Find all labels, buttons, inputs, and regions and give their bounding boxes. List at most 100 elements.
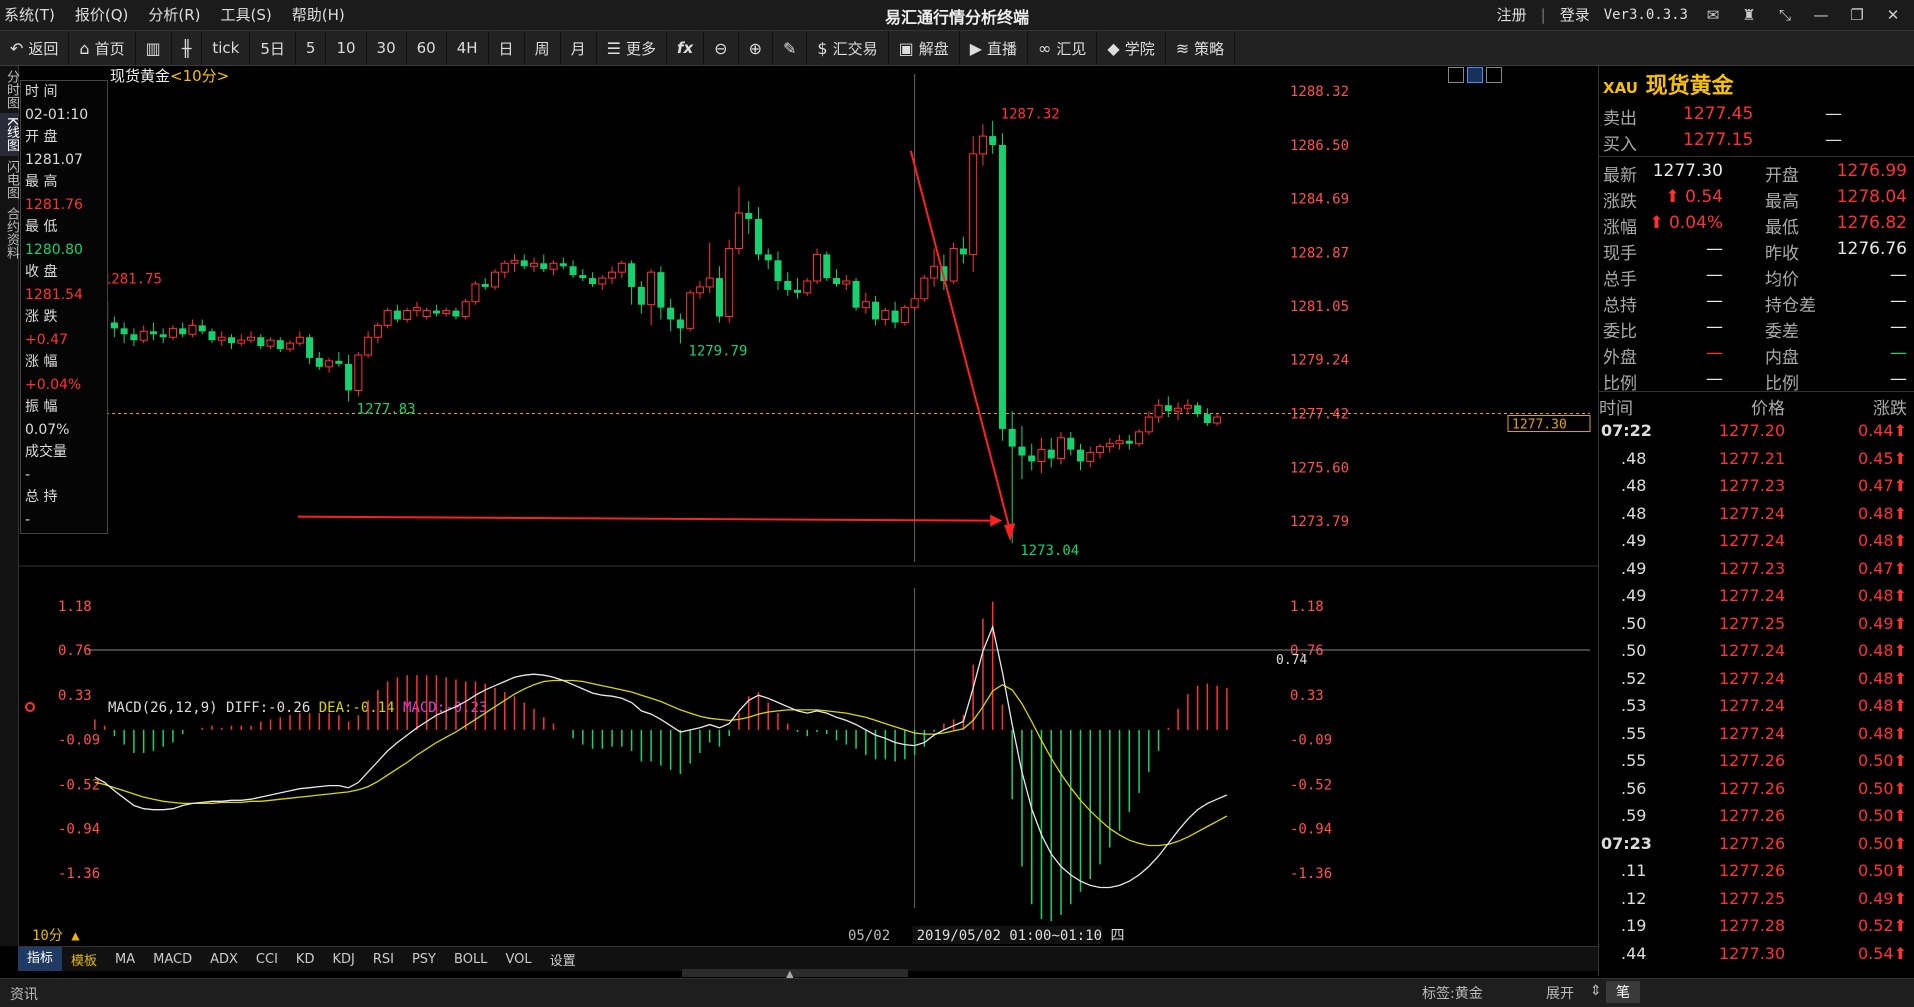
tab-template[interactable]: 模板	[62, 950, 106, 969]
chart-layout-buttons	[1448, 67, 1502, 83]
chart-area[interactable]: 1288.32 1286.50 1284.69 1282.87 1281.05 1279.…	[18, 66, 1598, 946]
draw-button[interactable]: ✎	[773, 31, 808, 65]
tab-kd[interactable]: KD	[287, 952, 324, 967]
period-week[interactable]: 周	[525, 31, 561, 65]
tab-boll[interactable]: BOLL	[445, 952, 496, 967]
candle-body	[1154, 404, 1163, 418]
tab-macd[interactable]: MACD	[144, 952, 201, 967]
tick-price: 1277.26	[1719, 861, 1786, 880]
tick-time: .50	[1621, 613, 1647, 633]
tab-settings[interactable]: 设置	[541, 950, 585, 969]
candle-body	[247, 336, 256, 341]
arrowhead-diagonal	[1004, 523, 1016, 542]
layout-full-icon[interactable]	[1486, 67, 1502, 83]
quote-value: 1276.82	[1836, 213, 1907, 233]
candlestick-icon: ╫	[181, 38, 192, 58]
tick-row: .49 1277.23 0.47⬆	[1599, 556, 1914, 584]
more-button[interactable]: ☰ 更多	[597, 31, 667, 65]
layout-split-icon[interactable]	[1467, 67, 1483, 83]
close-icon[interactable]: ✕	[1882, 6, 1904, 24]
tab-flash[interactable]: 闪电图	[0, 156, 19, 203]
pen-tab[interactable]: 笔	[1606, 981, 1640, 1003]
extreme-price-label: 1273.04	[1020, 543, 1079, 559]
quote-panel: XAU 现货黄金 卖出 1277.45 — 买入 1277.15 — 最新 127…	[1598, 66, 1914, 976]
extreme-price-label: 1281.75	[103, 271, 162, 287]
tab-adx[interactable]: ADX	[201, 952, 247, 967]
tab-kline[interactable]: K线图	[0, 113, 19, 156]
period-month[interactable]: 月	[561, 31, 597, 65]
tab-kdj[interactable]: KDJ	[323, 952, 363, 967]
quote-label: 涨幅	[1603, 218, 1637, 238]
candle-body	[403, 310, 412, 320]
academy-button[interactable]: ◆ 学院	[1097, 31, 1166, 65]
period-30min[interactable]: 30	[367, 31, 407, 65]
tick-time: .49	[1621, 531, 1647, 550]
expand-button[interactable]: 展开	[1546, 983, 1574, 1003]
zoom-out-button[interactable]: ⊖	[704, 31, 739, 65]
mail-icon[interactable]: ✉	[1702, 6, 1724, 24]
candle-body	[461, 301, 470, 318]
huijian-label: 汇见	[1056, 39, 1087, 58]
buy-volume: —	[1825, 130, 1842, 150]
period-60min[interactable]: 60	[407, 31, 447, 65]
maximize-icon[interactable]: ❐	[1846, 6, 1868, 24]
tick-price: 1277.28	[1719, 916, 1786, 935]
tab-vol[interactable]: VOL	[496, 952, 540, 967]
layout-single-icon[interactable]	[1448, 67, 1464, 83]
quote-row: 总手 — 均价 —	[1599, 263, 1914, 290]
formula-button[interactable]: fx	[667, 31, 705, 65]
open-label: 开 盘	[25, 129, 58, 145]
period-10min[interactable]: 10	[326, 31, 367, 65]
tick-button[interactable]: tick	[202, 31, 251, 65]
tick-row: .55 1277.26 0.50⬆	[1599, 748, 1914, 776]
quote-value: —	[1706, 265, 1723, 285]
minimize-icon[interactable]: —	[1810, 6, 1832, 24]
open-value: 1281.07	[25, 151, 83, 168]
tab-psy[interactable]: PSY	[403, 952, 445, 967]
zoom-in-button[interactable]: ⊕	[739, 31, 773, 65]
trade-button[interactable]: $ 汇交易	[807, 31, 889, 65]
candle-body	[725, 247, 734, 318]
candle-body	[1174, 407, 1183, 412]
quote-value: —	[1890, 343, 1907, 363]
news-tab[interactable]: 资讯	[10, 984, 38, 1004]
candle-body	[335, 360, 343, 364]
tab-ma[interactable]: MA	[106, 952, 144, 967]
register-link[interactable]: 注册	[1497, 4, 1527, 25]
price-axis-label: 1284.69	[1290, 192, 1349, 208]
tab-rsi[interactable]: RSI	[364, 952, 403, 967]
bar-chart-button[interactable]: ▥	[136, 31, 172, 65]
candle-body	[1037, 449, 1046, 462]
period-5min[interactable]: 5	[296, 31, 327, 65]
analysis-button[interactable]: ▣ 解盘	[889, 31, 960, 65]
home-button[interactable]: ⌂ 首页	[69, 31, 136, 65]
quote-row: 委比 — 委差 —	[1599, 315, 1914, 342]
period-5day[interactable]: 5日	[250, 31, 296, 65]
tick-time: .11	[1621, 861, 1647, 880]
shirt-icon[interactable]: ♜	[1738, 6, 1760, 24]
login-link[interactable]: 登录	[1560, 4, 1590, 25]
strategy-button[interactable]: ≋ 策略	[1166, 31, 1236, 65]
more-label: 更多	[625, 39, 656, 58]
candle-chart-button[interactable]: ╫	[172, 31, 203, 65]
tab-contract-info[interactable]: 合约资料	[0, 203, 19, 263]
quote-value: 1276.76	[1836, 239, 1907, 259]
candle-body	[471, 283, 480, 303]
shrink-icon[interactable]: ⤡	[1774, 6, 1796, 24]
expand-icon[interactable]: ⇕	[1590, 983, 1602, 999]
tab-timeshare[interactable]: 分时图	[0, 66, 19, 113]
tick-row: .50 1277.24 0.48⬆	[1599, 638, 1914, 666]
period-day[interactable]: 日	[489, 31, 525, 65]
top-right-controls: 注册 | 登录 Ver3.0.3.3 ✉ ♜ ⤡ — ❐ ✕	[1497, 4, 1904, 25]
horizontal-scrollbar[interactable]	[682, 969, 908, 977]
quote-code: XAU	[1603, 79, 1638, 97]
period-4h[interactable]: 4H	[447, 31, 489, 65]
huijian-button[interactable]: ∞ 汇见	[1028, 31, 1098, 65]
tab-cci[interactable]: CCI	[247, 952, 287, 967]
tick-change: 0.54⬆	[1857, 943, 1907, 963]
tick-change: 0.50⬆	[1857, 833, 1907, 853]
live-button[interactable]: ▶ 直播	[960, 31, 1029, 65]
quote-label: 外盘	[1603, 348, 1637, 368]
back-button[interactable]: ↶ 返回	[0, 31, 70, 65]
tab-indicator[interactable]: 指标	[18, 947, 63, 971]
